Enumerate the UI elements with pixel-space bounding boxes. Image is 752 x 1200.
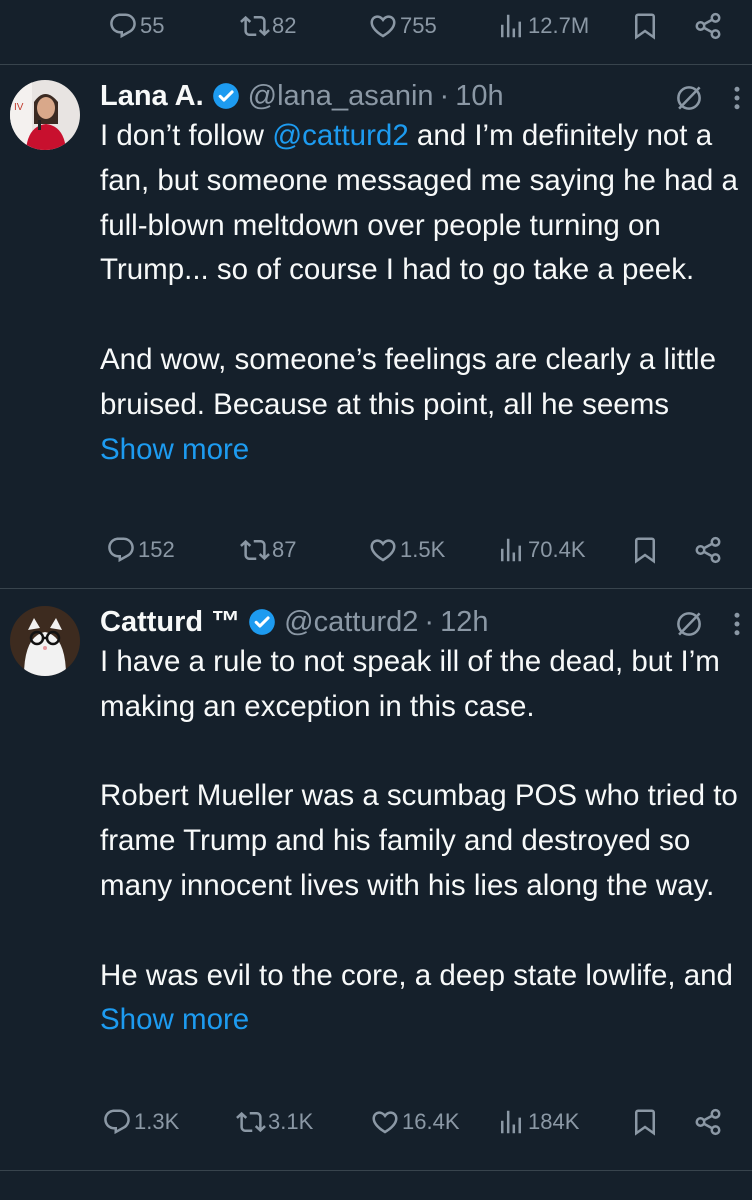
like-count: 1.5K <box>400 537 446 562</box>
tweet-paragraph: And wow, someone’s feelings are clearly … <box>100 338 748 472</box>
repost-button[interactable]: 87 <box>240 528 296 572</box>
text-segment: He was evil to the core, a deep state lo… <box>100 958 733 992</box>
like-button[interactable]: 755 <box>368 4 437 48</box>
tweet-header: Lana A. @lana_asanin · 10h <box>100 76 752 116</box>
tweet-text: I have a rule to not speak ill of the de… <box>100 640 748 1043</box>
tweet-catturd: Catturd ™ @catturd2 · 12h I have a rule … <box>0 588 752 1170</box>
like-icon <box>368 11 398 41</box>
repost-icon <box>240 535 270 565</box>
separator: · <box>424 605 435 638</box>
views-button[interactable]: 12.7M <box>496 4 589 48</box>
reply-button[interactable]: 55 <box>108 4 164 48</box>
avatar-image <box>10 606 80 676</box>
like-count: 16.4K <box>402 1109 460 1134</box>
grok-icon[interactable] <box>672 607 706 641</box>
repost-count: 87 <box>272 537 297 562</box>
tweet-paragraph: Robert Mueller was a scumbag POS who tri… <box>100 779 738 902</box>
share-button[interactable] <box>690 532 726 568</box>
reply-count: 1.3K <box>134 1109 180 1134</box>
avatar[interactable] <box>10 606 80 676</box>
bookmark-button[interactable] <box>627 8 663 44</box>
views-icon <box>496 11 526 41</box>
like-icon <box>370 1107 400 1137</box>
share-button[interactable] <box>690 8 726 44</box>
more-icon[interactable] <box>732 81 742 115</box>
mention-link[interactable]: @catturd2 <box>272 119 409 152</box>
separator: · <box>439 79 450 112</box>
repost-icon <box>240 11 270 41</box>
bookmark-button[interactable] <box>627 1104 663 1140</box>
reply-icon <box>108 11 138 41</box>
bookmark-button[interactable] <box>627 532 663 568</box>
like-icon <box>368 535 398 565</box>
user-handle[interactable]: @lana_asanin <box>248 80 434 113</box>
share-icon <box>693 535 723 565</box>
bookmark-icon <box>630 1107 660 1137</box>
timestamp[interactable]: 12h <box>440 606 488 639</box>
reply-icon <box>102 1107 132 1137</box>
tweet-action-bar: 1.3K 3.1K 16.4K 184K <box>0 1100 752 1144</box>
divider <box>0 1170 752 1171</box>
tweet-paragraph: He was evil to the core, a deep state lo… <box>100 954 748 1044</box>
reply-count: 55 <box>140 13 165 38</box>
reply-button[interactable]: 1.3K <box>102 1100 179 1144</box>
views-count: 184K <box>528 1109 580 1134</box>
views-icon <box>496 1107 526 1137</box>
top-action-bar: 55 82 755 12.7M <box>0 4 752 48</box>
header-actions <box>672 78 742 118</box>
header-actions <box>672 604 742 644</box>
timestamp[interactable]: 10h <box>455 80 503 113</box>
share-icon <box>693 1107 723 1137</box>
views-button[interactable]: 70.4K <box>496 528 586 572</box>
verified-badge-icon <box>212 82 240 110</box>
avatar[interactable]: IV <box>10 80 80 150</box>
like-button[interactable]: 1.5K <box>368 528 445 572</box>
show-more-link[interactable]: Show more <box>100 1003 249 1036</box>
share-icon <box>693 11 723 41</box>
verified-badge-icon <box>248 608 276 636</box>
bookmark-icon <box>630 535 660 565</box>
tweet-paragraph: I have a rule to not speak ill of the de… <box>100 645 720 723</box>
views-count: 12.7M <box>528 13 590 38</box>
svg-text:IV: IV <box>14 102 24 113</box>
repost-button[interactable]: 82 <box>240 4 296 48</box>
tweet-header: Catturd ™ @catturd2 · 12h <box>100 602 752 642</box>
views-count: 70.4K <box>528 537 586 562</box>
user-handle[interactable]: @catturd2 <box>284 606 418 639</box>
bookmark-icon <box>630 11 660 41</box>
reply-icon <box>106 535 136 565</box>
repost-count: 3.1K <box>268 1109 314 1134</box>
repost-button[interactable]: 3.1K <box>236 1100 313 1144</box>
share-button[interactable] <box>690 1104 726 1140</box>
avatar-image: IV <box>10 80 80 150</box>
tweet-paragraph: I don’t follow @catturd2 and I’m definit… <box>100 114 748 293</box>
more-icon[interactable] <box>732 607 742 641</box>
reply-button[interactable]: 152 <box>106 528 175 572</box>
display-name[interactable]: Lana A. <box>100 80 204 113</box>
text-segment: And wow, someone’s feelings are clearly … <box>100 342 716 421</box>
tweet-lana: IV Lana A. @lana_asanin · 10h I don’t fo… <box>0 64 752 588</box>
like-button[interactable]: 16.4K <box>370 1100 460 1144</box>
grok-icon[interactable] <box>672 81 706 115</box>
like-count: 755 <box>400 13 437 38</box>
tweet-text: I don’t follow @catturd2 and I’m definit… <box>100 114 748 472</box>
reply-count: 152 <box>138 537 175 562</box>
display-name[interactable]: Catturd ™ <box>100 606 240 639</box>
views-button[interactable]: 184K <box>496 1100 579 1144</box>
text-segment: I don’t follow <box>100 119 273 152</box>
views-icon <box>496 535 526 565</box>
repost-count: 82 <box>272 13 297 38</box>
repost-icon <box>236 1107 266 1137</box>
tweet-action-bar: 152 87 1.5K 70.4K <box>0 528 752 572</box>
show-more-link[interactable]: Show more <box>100 433 249 466</box>
